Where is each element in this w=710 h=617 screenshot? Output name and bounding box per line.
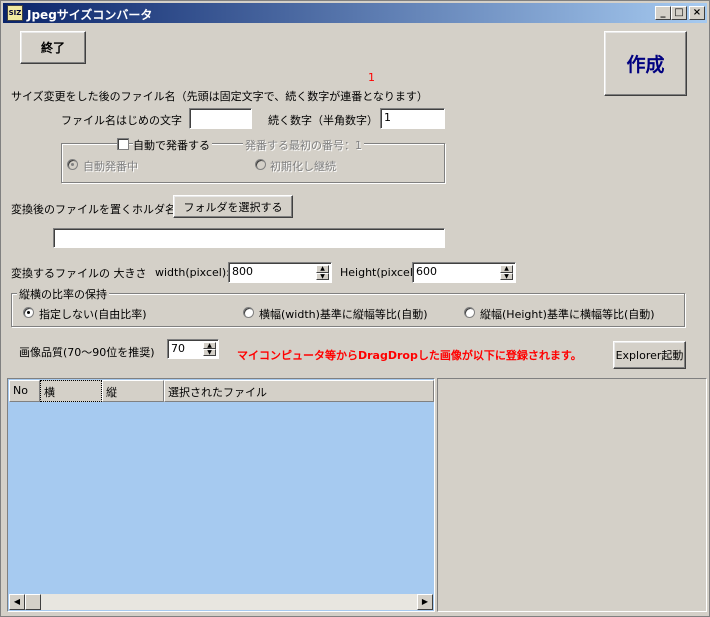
width-spinner[interactable]: ▲ ▼ [316,265,329,280]
explorer-button[interactable]: Explorer起動 [613,341,686,369]
scroll-thumb[interactable] [25,594,41,610]
spin-down-icon[interactable]: ▼ [203,349,216,356]
app-icon: SIZ [7,5,23,21]
ratio-height-label: 縦幅(Height)基準に横幅等比(自動) [480,308,655,321]
app-window: SIZ Jpegサイズコンバータ _ □ × 終了 作成 1 サイズ変更をした後… [0,0,710,617]
preview-panel [437,378,707,612]
height-value: 600 [416,265,437,278]
ratio-width-label: 横幅(width)基準に縦幅等比(自動) [259,308,428,321]
prefix-input[interactable] [189,108,252,129]
filename-heading: サイズ変更をした後のファイル名（先頭は固定文字で、続く数字が連番となります） [11,90,428,103]
column-header-height[interactable]: 縦 [102,380,164,402]
height-input[interactable]: 600 ▲ ▼ [412,262,516,283]
ratio-width-radio[interactable] [243,307,254,318]
folder-path-input[interactable] [53,228,445,248]
reset-number-radio-label: 初期化し継続 [270,160,336,173]
seq-label: 続く数字（半角数字） [268,114,378,127]
dragdrop-notice: マイコンピュータ等からDragDropした画像が以下に登録されます。 [237,349,582,362]
column-header-width[interactable]: 横 [40,380,102,402]
ratio-height-radio[interactable] [464,307,475,318]
file-list[interactable]: No 横 縦 選択されたファイル ◀ ▶ [7,378,435,612]
auto-number-radio-label: 自動発番中 [83,160,138,173]
reset-number-radio[interactable] [255,159,266,170]
minimize-button[interactable]: _ [655,6,671,20]
height-label: Height(pixcel): [340,266,421,279]
ratio-free-radio[interactable] [23,307,34,318]
close-button[interactable]: × [689,6,705,20]
spin-up-icon[interactable]: ▲ [316,265,329,273]
width-label: width(pixcel): [155,266,230,279]
ratio-group-title: 縦横の比率の保持 [17,286,109,302]
folder-label: 変換後のファイルを置くホルダ名: [11,203,180,216]
window-title: Jpegサイズコンバータ [27,8,153,22]
horizontal-scrollbar[interactable]: ◀ ▶ [9,594,433,610]
auto-numbering-label: 自動で発番する [133,137,212,153]
ratio-free-label: 指定しない(自由比率) [39,308,147,321]
width-input[interactable]: 800 ▲ ▼ [228,262,332,283]
spin-down-icon[interactable]: ▼ [500,272,513,280]
width-value: 800 [232,265,253,278]
scroll-left-icon[interactable]: ◀ [9,594,25,610]
auto-numbering-checkbox[interactable] [117,138,129,150]
size-label: 変換するファイルの 大きさ [11,267,147,280]
maximize-button[interactable]: □ [671,6,687,20]
exit-button[interactable]: 終了 [20,31,86,64]
scroll-right-icon[interactable]: ▶ [417,594,433,610]
auto-number-radio[interactable] [67,159,78,170]
quality-input[interactable]: 70 ▲ ▼ [167,339,219,359]
first-number-label: 発番する最初の番号：1 [243,137,364,153]
quality-spinner[interactable]: ▲ ▼ [203,342,216,356]
spin-up-icon[interactable]: ▲ [500,265,513,273]
spin-up-icon[interactable]: ▲ [203,342,216,349]
height-spinner[interactable]: ▲ ▼ [500,265,513,280]
counter-marker: 1 [368,71,375,84]
spin-down-icon[interactable]: ▼ [316,272,329,280]
quality-value: 70 [171,342,185,355]
prefix-label: ファイル名はじめの文字 [61,114,182,127]
create-button[interactable]: 作成 [604,31,687,96]
quality-label: 画像品質(70～90位を推奨) [19,346,155,359]
seq-input[interactable]: 1 [380,108,445,129]
title-bar[interactable]: SIZ Jpegサイズコンバータ _ □ × [3,3,707,23]
select-folder-button[interactable]: フォルダを選択する [173,195,293,218]
column-header-file[interactable]: 選択されたファイル [164,380,434,402]
column-header-no[interactable]: No [9,380,40,402]
